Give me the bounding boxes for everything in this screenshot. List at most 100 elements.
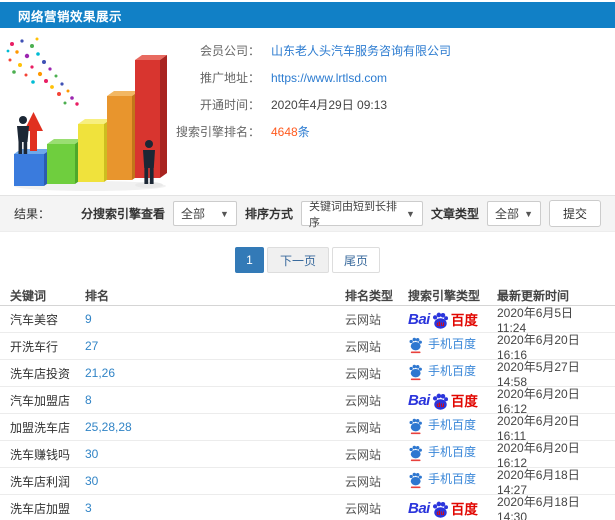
chevron-down-icon: ▼ bbox=[406, 208, 415, 219]
article-filter-value: 全部 bbox=[494, 207, 519, 221]
cell-rank-type: 云网站 bbox=[345, 393, 382, 408]
bar-orange bbox=[107, 91, 139, 180]
cell-rank-type: 云网站 bbox=[345, 312, 382, 327]
article-filter-select[interactable]: 全部 ▼ bbox=[486, 201, 541, 226]
engine-filter-value: 全部 bbox=[180, 207, 205, 221]
cell-keyword: 洗车赚钱吗 bbox=[10, 447, 71, 462]
bar-green bbox=[47, 139, 82, 184]
baidu-paw-icon: du bbox=[432, 501, 448, 518]
table-row: 加盟洗车店 25,28,28 云网站 Bai du 百度 bbox=[0, 414, 615, 443]
confetti-dots bbox=[6, 37, 79, 106]
table-body: 汽车美容 9 云网站 Bai du 百度 2020年6月5日 11:24 开洗车… bbox=[0, 306, 615, 520]
mobile-baidu-logo: 手机百度 bbox=[408, 362, 476, 381]
submit-button[interactable]: 提交 bbox=[548, 200, 601, 227]
table-row: 洗车店投资 21,26 云网站 Bai du 百度 bbox=[0, 360, 615, 389]
header-rank-type: 排名类型 bbox=[345, 289, 394, 303]
cell-rank-type: 云网站 bbox=[345, 501, 382, 516]
member-info-list: 会员公司： 山东老人头汽车服务咨询有限公司 推广地址： https://www.… bbox=[166, 37, 451, 145]
baidu-logo: Bai du 百度 bbox=[408, 310, 478, 329]
cell-rank: 30 bbox=[85, 447, 99, 461]
cell-keyword: 洗车店利润 bbox=[10, 474, 71, 489]
cell-keyword: 汽车美容 bbox=[10, 312, 59, 327]
cell-rank: 8 bbox=[85, 393, 92, 407]
engine-rank-label: 搜索引擎排名： bbox=[175, 125, 260, 139]
engine-filter-select[interactable]: 全部 ▼ bbox=[172, 201, 237, 226]
person-left bbox=[17, 116, 29, 154]
chevron-down-icon: ▼ bbox=[524, 208, 533, 219]
svg-text:du: du bbox=[436, 509, 444, 516]
header-keyword: 关键词 bbox=[10, 289, 47, 303]
cell-rank-type: 云网站 bbox=[345, 339, 382, 354]
cell-engine: Bai du 百度 bbox=[408, 309, 497, 329]
page-header: 网络营销效果展示 bbox=[0, 2, 615, 28]
open-time-value: 2020年4月29日 09:13 bbox=[271, 98, 388, 112]
cell-keyword: 汽车加盟店 bbox=[10, 393, 71, 408]
cell-rank: 21,26 bbox=[85, 366, 116, 380]
page-title: 网络营销效果展示 bbox=[18, 9, 123, 24]
article-filter-label: 文章类型 bbox=[430, 207, 479, 221]
bar-yellow bbox=[78, 119, 111, 182]
engine-rank-value: 4648条 bbox=[271, 123, 310, 140]
cell-updated: 2020年6月18日 14:30 bbox=[497, 494, 580, 520]
cell-rank: 30 bbox=[85, 474, 99, 488]
mobile-baidu-paw-icon bbox=[409, 337, 422, 354]
promo-url-label: 推广地址： bbox=[199, 71, 260, 85]
cell-rank: 27 bbox=[85, 339, 99, 353]
bar-chart-illustration bbox=[6, 37, 167, 191]
page-1-button[interactable]: 1 bbox=[234, 247, 264, 273]
chevron-down-icon: ▼ bbox=[220, 208, 229, 219]
table-row: 洗车赚钱吗 30 云网站 Bai du 百度 bbox=[0, 441, 615, 470]
cell-keyword: 开洗车行 bbox=[10, 339, 59, 354]
table-row: 洗车店加盟 3 云网站 Bai du 百度 2020年6月18日 14:30 bbox=[0, 495, 615, 520]
table-row: 汽车美容 9 云网站 Bai du 百度 2020年6月5日 11:24 bbox=[0, 306, 615, 335]
cell-engine: Bai du 百度 bbox=[408, 470, 497, 492]
next-page-button[interactable]: 下一页 bbox=[266, 247, 329, 273]
engine-filter-label: 分搜索引擎查看 bbox=[80, 207, 165, 221]
filter-group: 分搜索引擎查看 全部 ▼ 排序方式 关键词由短到长排序 ▼ 文章类型 全部 ▼ … bbox=[80, 200, 601, 229]
table-row: 汽车加盟店 8 云网站 Bai du 百度 2020年6月20日 16:12 bbox=[0, 387, 615, 416]
svg-text:du: du bbox=[436, 401, 444, 408]
cell-rank-type: 云网站 bbox=[345, 447, 382, 462]
cell-rank: 25,28,28 bbox=[85, 420, 132, 434]
cell-rank-type: 云网站 bbox=[345, 474, 382, 489]
baidu-logo: Bai du 百度 bbox=[408, 499, 478, 518]
cell-rank: 3 bbox=[85, 501, 92, 515]
cell-keyword: 加盟洗车店 bbox=[10, 420, 71, 435]
sort-filter-label: 排序方式 bbox=[244, 207, 293, 221]
engine-rank-unit: 条 bbox=[297, 125, 310, 139]
cell-rank-type: 云网站 bbox=[345, 366, 382, 381]
baidu-paw-icon: du bbox=[432, 312, 448, 329]
mobile-baidu-paw-icon bbox=[409, 472, 422, 489]
table-row: 洗车店利润 30 云网站 Bai du 百度 bbox=[0, 468, 615, 497]
header-rank: 排名 bbox=[85, 289, 110, 303]
cell-engine: Bai du 百度 bbox=[408, 335, 497, 357]
header-updated: 最新更新时间 bbox=[497, 289, 570, 303]
last-page-button[interactable]: 尾页 bbox=[332, 247, 381, 273]
result-label: 结果： bbox=[14, 207, 51, 221]
promo-url-row: 推广地址： https://www.lrtlsd.com bbox=[166, 64, 451, 91]
sort-filter-select[interactable]: 关键词由短到长排序 ▼ bbox=[300, 201, 423, 229]
member-company-row: 会员公司： 山东老人头汽车服务咨询有限公司 bbox=[166, 37, 451, 64]
cell-rank: 9 bbox=[85, 312, 92, 326]
mobile-baidu-logo: 手机百度 bbox=[408, 443, 476, 462]
cell-keyword: 洗车店加盟 bbox=[10, 501, 71, 516]
engine-rank-row: 搜索引擎排名： 4648条 bbox=[166, 118, 451, 145]
open-time-row: 开通时间： 2020年4月29日 09:13 bbox=[166, 91, 451, 118]
baidu-paw-icon: du bbox=[432, 393, 448, 410]
cell-rank-type: 云网站 bbox=[345, 420, 382, 435]
mobile-baidu-paw-icon bbox=[409, 364, 422, 381]
filter-bar: 结果： 分搜索引擎查看 全部 ▼ 排序方式 关键词由短到长排序 ▼ 文章类型 全… bbox=[0, 195, 615, 232]
sort-filter-value: 关键词由短到长排序 bbox=[308, 200, 397, 229]
cell-engine: Bai du 百度 bbox=[408, 416, 497, 438]
svg-text:du: du bbox=[436, 320, 444, 327]
open-time-label: 开通时间： bbox=[199, 98, 260, 112]
bar-blue bbox=[14, 149, 51, 186]
mobile-baidu-logo: 手机百度 bbox=[408, 416, 476, 435]
member-company-link[interactable]: 山东老人头汽车服务咨询有限公司 bbox=[271, 42, 451, 59]
cell-keyword: 洗车店投资 bbox=[10, 366, 71, 381]
promo-url-link[interactable]: https://www.lrtlsd.com bbox=[271, 71, 387, 85]
cell-engine: Bai du 百度 bbox=[408, 498, 497, 518]
mobile-baidu-logo: 手机百度 bbox=[408, 470, 476, 489]
mobile-baidu-paw-icon bbox=[409, 445, 422, 462]
mobile-baidu-paw-icon bbox=[409, 418, 422, 435]
